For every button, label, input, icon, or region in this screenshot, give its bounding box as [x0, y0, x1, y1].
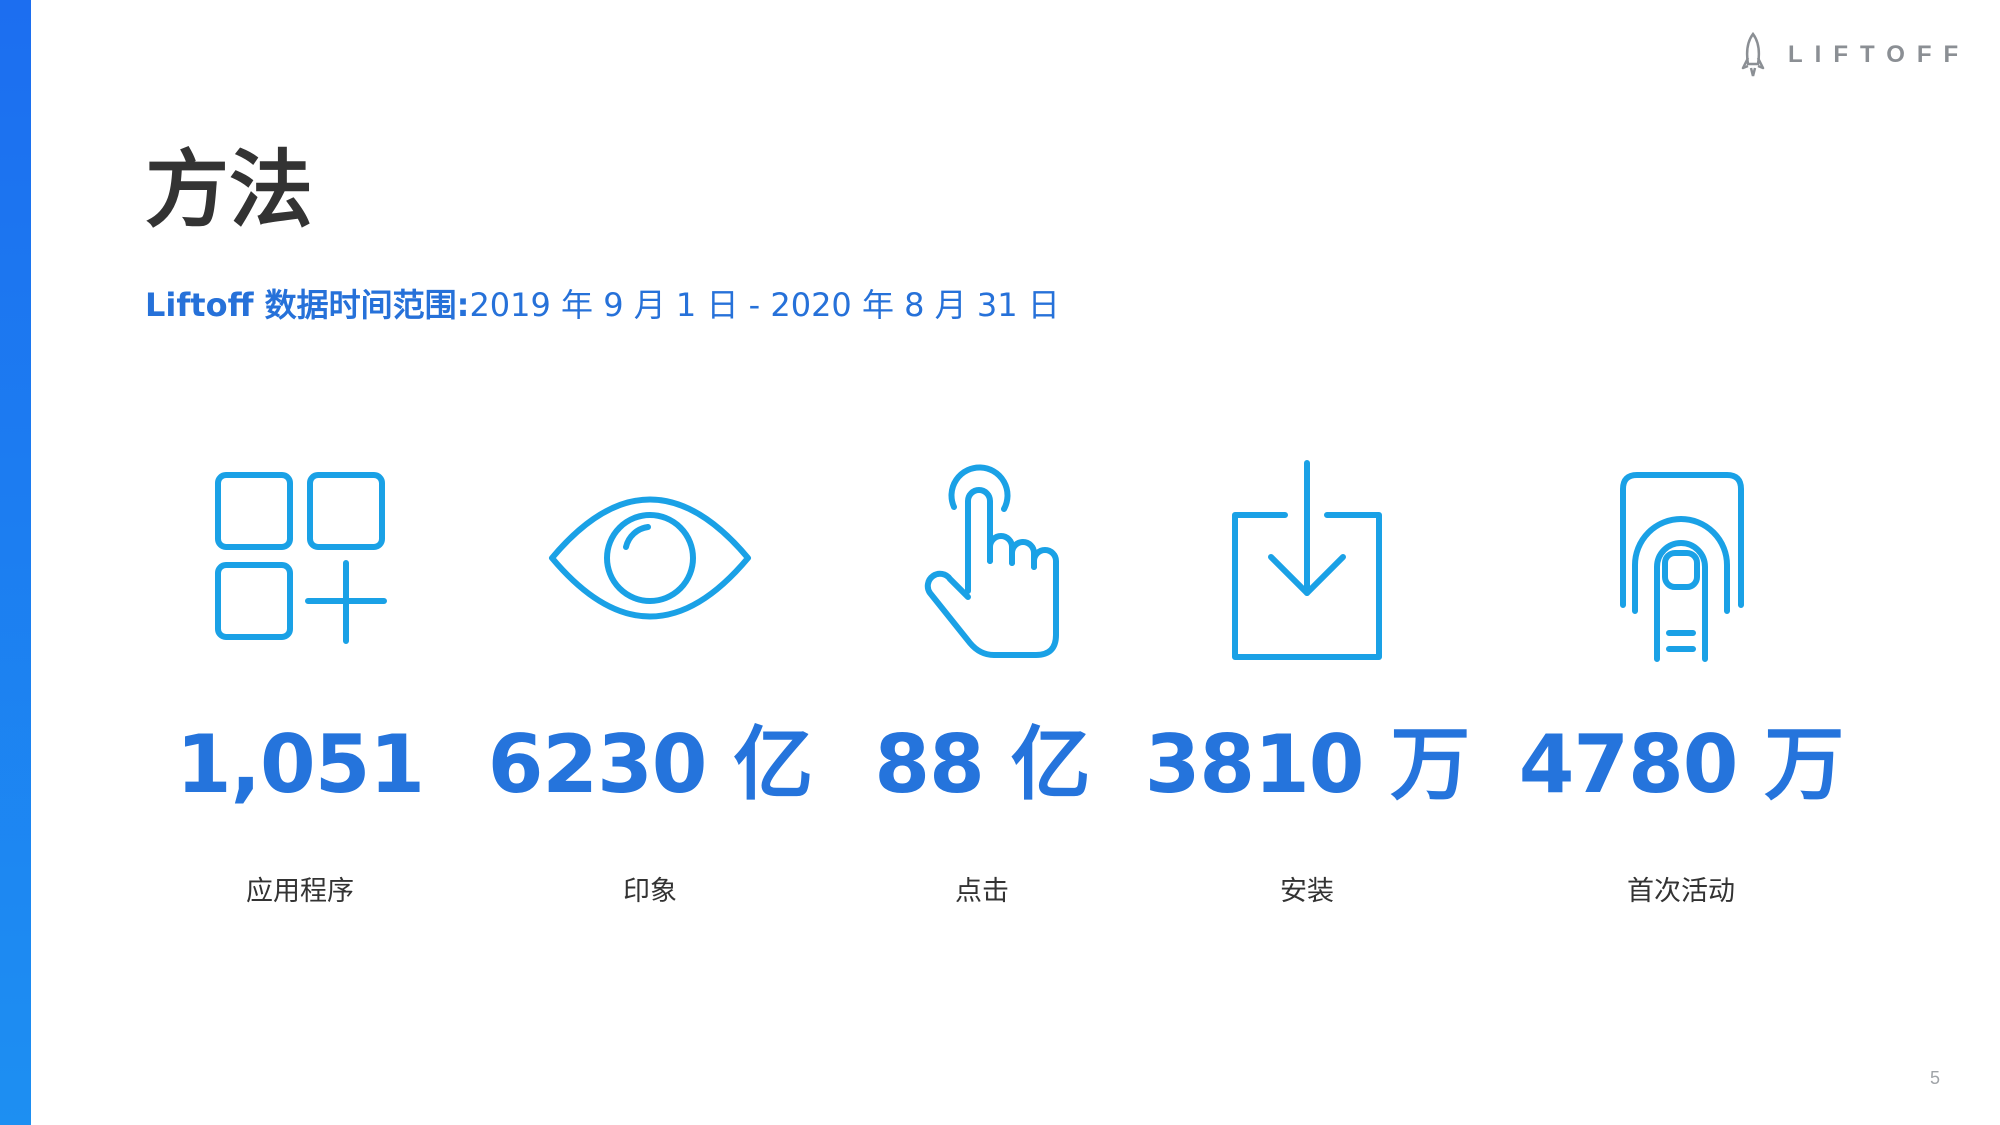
- fingerprint-touch-icon: [1620, 472, 1744, 662]
- stat-label: 印象: [623, 876, 677, 907]
- stat-value: 6230 亿: [487, 718, 814, 811]
- stat-value: 4780 万: [1518, 718, 1845, 811]
- apps-grid-icon: [215, 472, 387, 644]
- logo-wordmark: LIFTOFF: [1788, 41, 1971, 68]
- download-icon: [1232, 460, 1382, 660]
- stat-apps: 1,051 应用程序: [120, 455, 480, 908]
- date-range-label: Liftoff 数据时间范围:: [145, 286, 470, 324]
- stat-value: 88 亿: [874, 718, 1090, 811]
- liftoff-logo: LIFTOFF: [1740, 30, 1970, 80]
- stat-label: 应用程序: [246, 876, 354, 907]
- tap-finger-icon: [924, 464, 1059, 658]
- page-title: 方法: [145, 141, 314, 239]
- stat-first-opens: 4780 万 首次活动: [1501, 455, 1861, 908]
- rocket-icon: [1741, 32, 1765, 77]
- date-range-subtitle: Liftoff 数据时间范围:2019 年 9 月 1 日 - 2020 年 8…: [145, 280, 1060, 326]
- stat-value: 3810 万: [1144, 718, 1471, 811]
- left-accent-bar: [0, 0, 31, 1125]
- stat-label: 安装: [1280, 876, 1334, 907]
- stat-label: 首次活动: [1627, 876, 1735, 907]
- stat-label: 点击: [955, 876, 1009, 907]
- stat-value: 1,051: [175, 718, 425, 811]
- stat-clicks: 88 亿 点击: [802, 455, 1162, 908]
- page-number: 5: [1930, 1068, 1941, 1088]
- stat-impressions: 6230 亿 印象: [470, 455, 830, 908]
- eye-icon: [549, 496, 751, 620]
- date-range-value: 2019 年 9 月 1 日 - 2020 年 8 月 31 日: [469, 286, 1060, 324]
- stat-installs: 3810 万 安装: [1127, 455, 1487, 908]
